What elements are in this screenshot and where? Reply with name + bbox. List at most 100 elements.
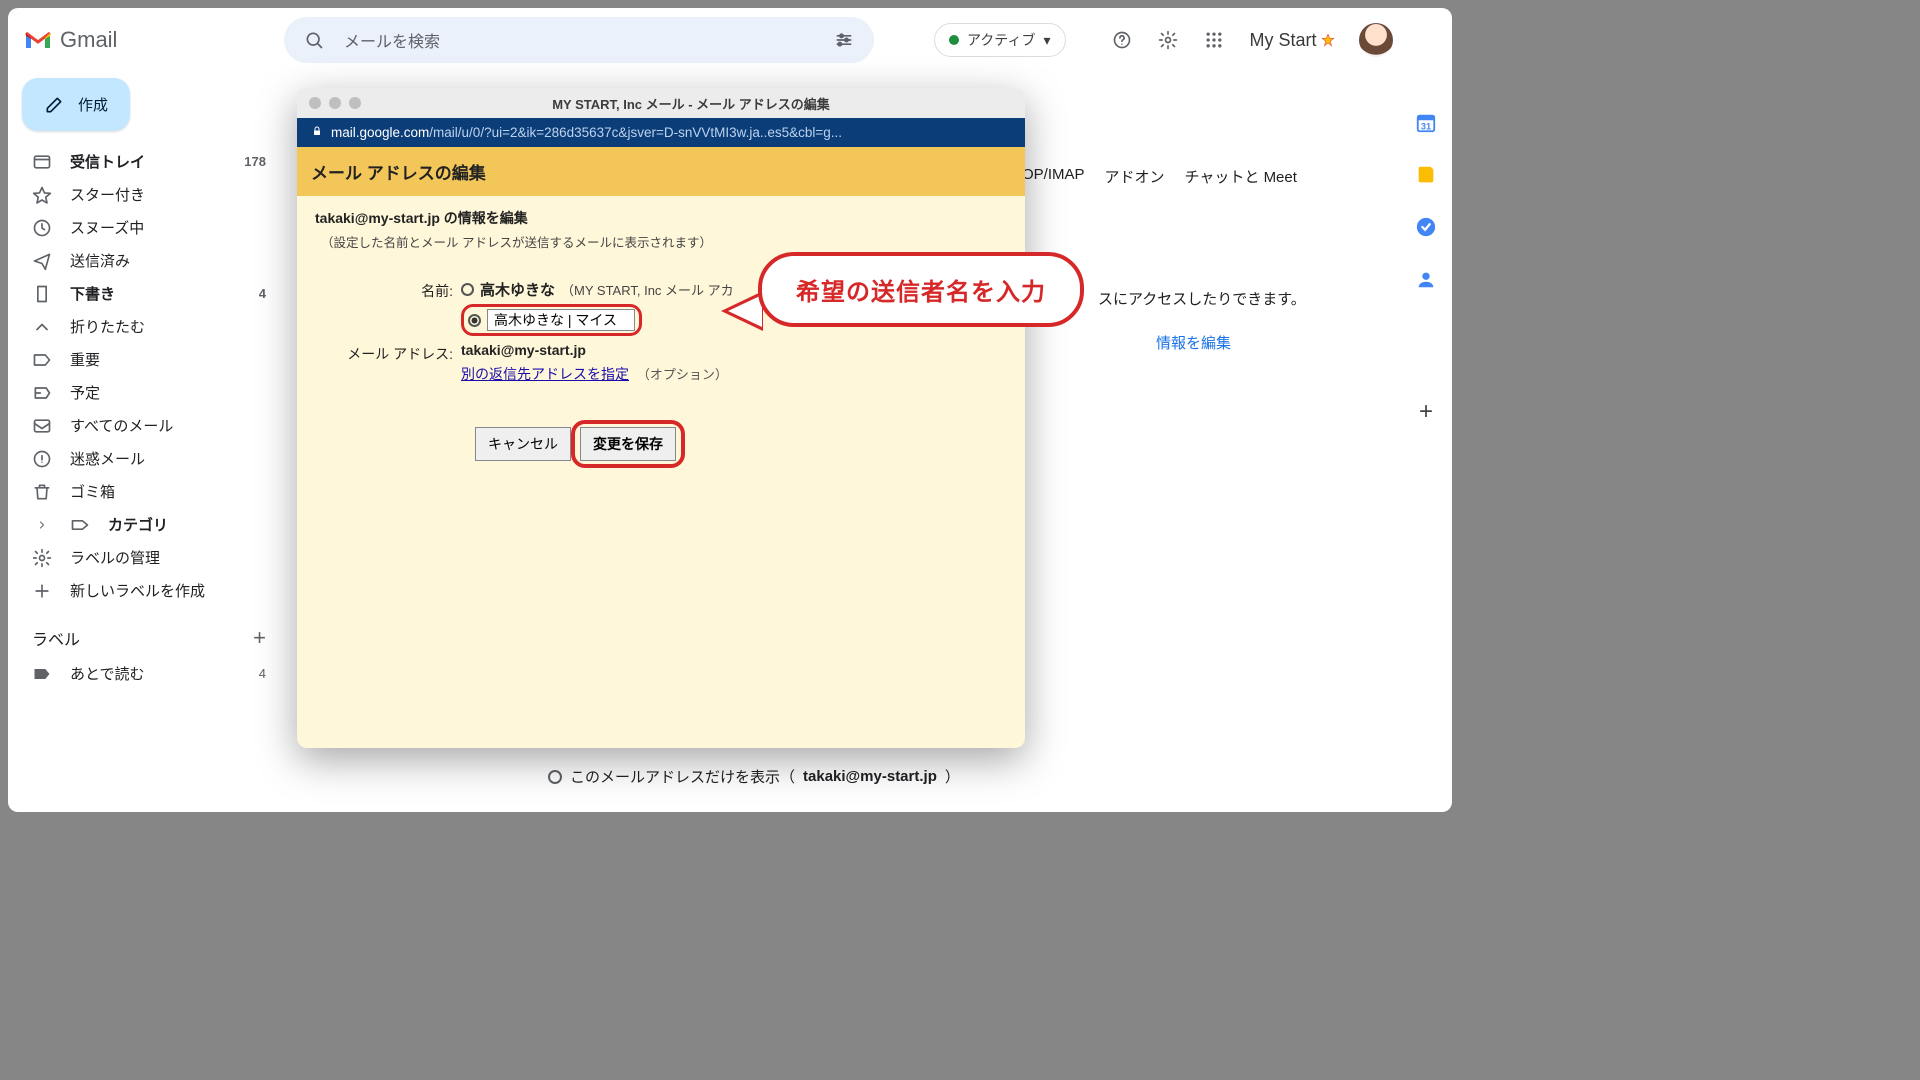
sidebar-item-9[interactable]: 迷惑メール xyxy=(22,442,280,475)
nav-icon xyxy=(32,449,52,469)
nav-icon xyxy=(32,251,52,271)
nav-count: 4 xyxy=(259,286,266,301)
nav-label: すべてのメール xyxy=(70,415,173,436)
radio-icon[interactable] xyxy=(468,314,481,327)
bg-access-text: スにアクセスしたりできます。 xyxy=(1098,288,1306,309)
close-icon[interactable] xyxy=(309,97,321,109)
sidebar-item-2[interactable]: スヌーズ中 xyxy=(22,211,280,244)
nav-label: カテゴリ xyxy=(108,514,168,535)
sidebar-item-12[interactable]: ラベルの管理 xyxy=(22,541,280,574)
account-avatar[interactable] xyxy=(1359,23,1393,57)
sidebar-item-7[interactable]: 予定 xyxy=(22,376,280,409)
popup-url-rest: /mail/u/0/?ui=2&ik=286d35637c&jsver=D-sn… xyxy=(429,125,842,140)
sidebar-item-13[interactable]: 新しいラベルを作成 xyxy=(22,574,280,607)
tab-chat-meet[interactable]: チャットと Meet xyxy=(1185,166,1297,187)
storage-value: 現在、256,000 GB 中 717.28 GB（0%）を使用中です。 xyxy=(548,810,923,812)
nav-icon xyxy=(32,284,52,304)
maximize-icon[interactable] xyxy=(349,97,361,109)
tasks-icon[interactable] xyxy=(1415,216,1437,238)
nav-label: 受信トレイ xyxy=(70,151,145,172)
sidebar-item-8[interactable]: すべてのメール xyxy=(22,409,280,442)
minimize-icon[interactable] xyxy=(329,97,341,109)
nav-label: 新しいラベルを作成 xyxy=(70,580,205,601)
nav-icon xyxy=(32,152,52,172)
nav-label: スター付き xyxy=(70,184,145,205)
settings-tabs-partial: POP/IMAP アドオン チャットと Meet xyxy=(1012,166,1297,187)
settings-gear-icon[interactable] xyxy=(1152,24,1184,56)
popup-titlebar: MY START, Inc メール - メール アドレスの編集 xyxy=(297,88,1025,118)
popup-body: takaki@my-start.jp の情報を編集 （設定した名前とメール アド… xyxy=(297,196,1025,480)
labels-heading: ラベル + xyxy=(22,607,280,657)
tab-addons[interactable]: アドオン xyxy=(1105,166,1165,187)
chevron-down-icon: ▾ xyxy=(1043,32,1050,49)
edit-note: （設定した名前とメール アドレスが送信するメールに表示されます） xyxy=(321,232,1007,251)
apps-grid-icon[interactable] xyxy=(1198,24,1230,56)
status-chip[interactable]: アクティブ ▾ xyxy=(934,23,1066,57)
sidebar-item-4[interactable]: 下書き 4 xyxy=(22,277,280,310)
header-icons: My Start xyxy=(1106,23,1393,57)
compose-label: 作成 xyxy=(78,94,108,115)
radio-icon[interactable] xyxy=(461,283,474,296)
show-only-row: このメールアドレスだけを表示（takaki@my-start.jp） xyxy=(548,766,960,787)
nav-label: 下書き xyxy=(70,283,115,304)
radio-icon[interactable] xyxy=(548,770,562,784)
logo-group: Gmail xyxy=(24,27,264,53)
label-text: あとで読む xyxy=(70,663,145,684)
nav-icon xyxy=(32,383,52,403)
sender-name-input[interactable] xyxy=(487,309,635,331)
nav-count: 178 xyxy=(244,154,266,169)
gmail-product-name: Gmail xyxy=(60,27,117,53)
popup-url-host: mail.google.com xyxy=(331,125,429,140)
sidebar-item-6[interactable]: 重要 xyxy=(22,343,280,376)
chevron-right-icon xyxy=(32,515,52,535)
nav-icon xyxy=(32,482,52,502)
nav-icon xyxy=(32,185,52,205)
compose-button[interactable]: 作成 xyxy=(22,78,130,131)
edit-info-link[interactable]: 情報を編集 xyxy=(1156,332,1231,353)
gmail-header: Gmail メールを検索 アクティブ ▾ My Start xyxy=(8,8,1452,72)
search-bar[interactable]: メールを検索 xyxy=(284,17,874,63)
nav-icon xyxy=(32,317,52,337)
add-panel-icon[interactable]: + xyxy=(1414,400,1438,424)
label-count: 4 xyxy=(259,666,266,681)
search-placeholder: メールを検索 xyxy=(344,28,440,52)
calendar-icon[interactable]: 31 xyxy=(1415,112,1437,134)
nav-icon xyxy=(32,350,52,370)
contacts-icon[interactable] xyxy=(1415,268,1437,290)
label-name: 名前: xyxy=(315,279,461,301)
status-dot-icon xyxy=(949,35,959,45)
nav-icon xyxy=(32,218,52,238)
lock-icon xyxy=(311,125,323,140)
label-item-0[interactable]: あとで読む 4 xyxy=(22,657,280,690)
sidebar-item-1[interactable]: スター付き xyxy=(22,178,280,211)
storage-label: 容量を追加する: xyxy=(320,810,430,812)
label-address: メール アドレス: xyxy=(315,342,461,364)
save-button[interactable]: 変更を保存 xyxy=(580,427,676,461)
edit-address-popup: MY START, Inc メール - メール アドレスの編集 mail.goo… xyxy=(297,88,1025,748)
edit-heading: takaki@my-start.jp の情報を編集 xyxy=(315,208,1007,228)
highlight-input-box xyxy=(461,304,642,336)
reply-to-note: （オプション） xyxy=(637,367,728,382)
org-brand: My Start xyxy=(1250,30,1335,51)
side-panel: 31 + xyxy=(1400,72,1452,812)
keep-icon[interactable] xyxy=(1415,164,1437,186)
nav-label: ゴミ箱 xyxy=(70,481,115,502)
nav-icon xyxy=(32,548,52,568)
search-icon[interactable] xyxy=(298,24,330,56)
sidebar-item-10[interactable]: ゴミ箱 xyxy=(22,475,280,508)
status-label: アクティブ xyxy=(967,30,1035,50)
sidebar-item-0[interactable]: 受信トレイ 178 xyxy=(22,145,280,178)
annotation-callout: 希望の送信者名を入力 xyxy=(758,252,1084,327)
add-label-icon[interactable]: + xyxy=(253,625,266,651)
nav-icon xyxy=(70,515,90,535)
popup-section-title: メール アドレスの編集 xyxy=(297,147,1025,196)
tune-icon[interactable] xyxy=(828,24,860,56)
sidebar-item-3[interactable]: 送信済み xyxy=(22,244,280,277)
sidebar-item-11[interactable]: カテゴリ xyxy=(22,508,280,541)
help-icon[interactable] xyxy=(1106,24,1138,56)
gmail-logo-icon xyxy=(24,29,52,51)
cancel-button[interactable]: キャンセル xyxy=(475,427,571,461)
reply-to-link[interactable]: 別の返信先アドレスを指定 xyxy=(461,366,629,382)
nav-label: スヌーズ中 xyxy=(70,217,144,238)
sidebar-item-5[interactable]: 折りたたむ xyxy=(22,310,280,343)
